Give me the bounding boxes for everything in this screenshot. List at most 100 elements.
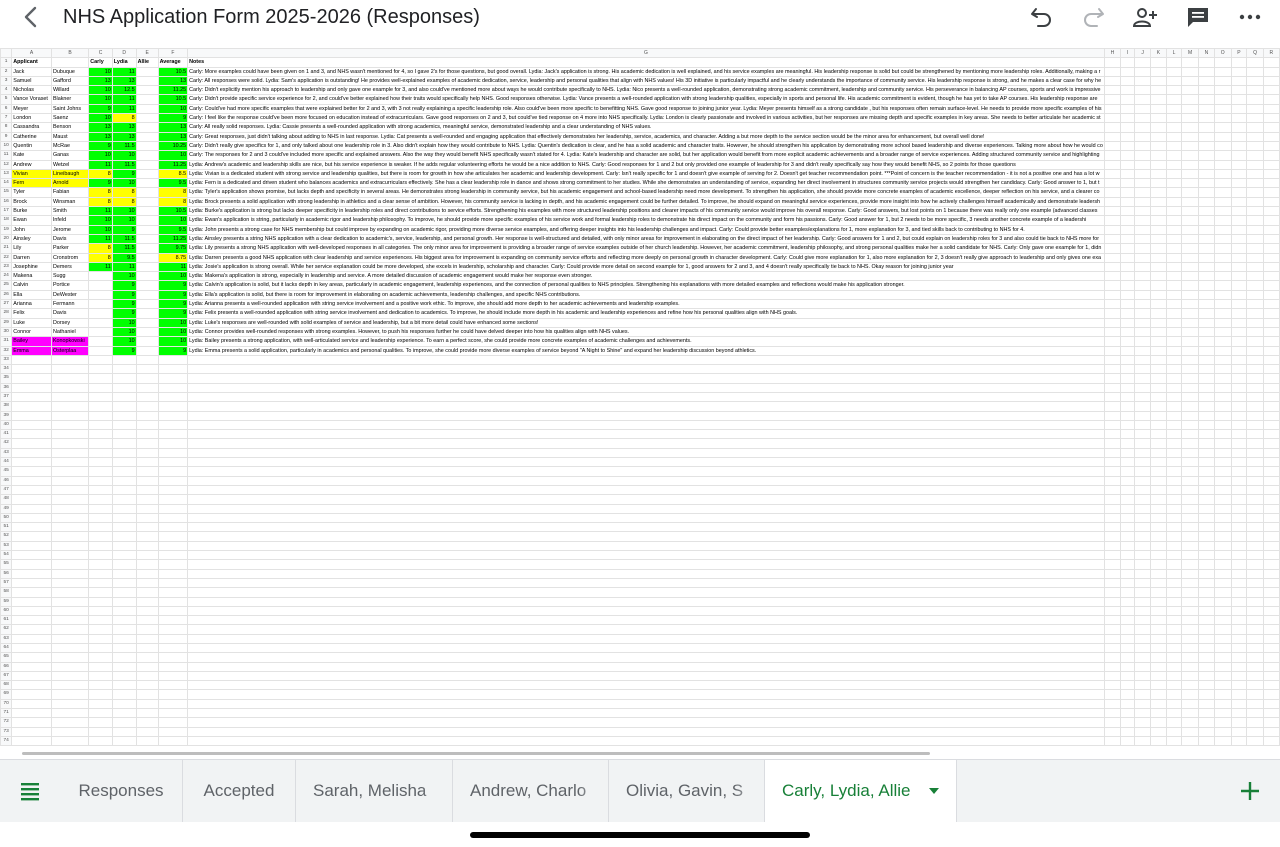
cell[interactable] — [1230, 670, 1248, 682]
cell[interactable] — [1119, 661, 1136, 672]
first-name-cell[interactable]: Vivian — [11, 168, 52, 180]
cell[interactable] — [1165, 568, 1183, 579]
cell[interactable] — [1230, 271, 1248, 282]
cell[interactable] — [1246, 735, 1264, 747]
cell[interactable] — [1213, 419, 1232, 431]
cell[interactable] — [1181, 168, 1199, 180]
cell[interactable] — [1103, 419, 1121, 431]
cell[interactable] — [88, 587, 113, 598]
cell[interactable] — [187, 680, 1105, 691]
cell[interactable] — [1149, 373, 1167, 384]
cell[interactable] — [1246, 187, 1264, 198]
cell[interactable] — [1119, 373, 1136, 384]
cell[interactable] — [50, 494, 90, 505]
last-name-cell[interactable]: Blakner — [50, 94, 90, 105]
cell[interactable] — [1134, 122, 1151, 133]
cell[interactable] — [1213, 596, 1232, 607]
cell[interactable] — [88, 670, 113, 682]
cell[interactable] — [1134, 252, 1151, 263]
cell[interactable] — [135, 624, 159, 635]
cell[interactable] — [157, 698, 189, 710]
cell[interactable] — [111, 494, 137, 505]
cell[interactable] — [157, 354, 189, 366]
cell[interactable] — [1213, 698, 1232, 710]
cell[interactable] — [1103, 503, 1121, 514]
notes-cell[interactable]: Carly: More examples could have been giv… — [187, 66, 1105, 77]
cell[interactable] — [1230, 457, 1248, 468]
cell[interactable] — [1197, 252, 1215, 263]
cell[interactable] — [1119, 131, 1136, 142]
cell[interactable] — [1230, 391, 1248, 403]
cell[interactable] — [50, 689, 90, 700]
first-name-cell[interactable]: Meyer — [11, 103, 52, 115]
cell[interactable] — [1246, 670, 1264, 682]
cell[interactable] — [1197, 531, 1215, 542]
carly-score-cell[interactable] — [88, 317, 113, 328]
lydia-score-cell[interactable]: 10 — [111, 326, 137, 338]
cell[interactable] — [1149, 215, 1167, 226]
cell[interactable] — [1119, 531, 1136, 542]
row-number[interactable]: 36 — [0, 382, 13, 394]
cell[interactable] — [1103, 178, 1121, 189]
cell[interactable] — [1213, 670, 1232, 682]
cell[interactable] — [1230, 661, 1248, 672]
allie-score-cell[interactable] — [135, 336, 159, 347]
carly-header[interactable]: Carly — [88, 57, 113, 68]
cell[interactable] — [1149, 447, 1167, 459]
notes-cell[interactable]: Lydia: Felix presents a well-rounded app… — [187, 308, 1105, 319]
cell[interactable] — [1246, 271, 1264, 282]
cell[interactable] — [1230, 605, 1248, 617]
cell[interactable] — [111, 447, 137, 459]
cell[interactable] — [1230, 624, 1248, 635]
notes-cell[interactable]: Lydia: Bailey presents a strong applicat… — [187, 336, 1105, 347]
allie-score-cell[interactable] — [135, 345, 159, 356]
cell[interactable] — [1262, 670, 1280, 682]
cell[interactable] — [50, 726, 90, 737]
average-cell[interactable]: 10.25 — [157, 140, 189, 152]
cell[interactable] — [50, 522, 90, 533]
row-number[interactable]: 69 — [0, 689, 13, 700]
cell[interactable] — [1103, 512, 1121, 524]
cell[interactable] — [1103, 689, 1121, 700]
carly-score-cell[interactable] — [88, 326, 113, 338]
cell[interactable] — [1165, 215, 1183, 226]
cell[interactable] — [1213, 271, 1232, 282]
cell[interactable] — [50, 354, 90, 366]
cell[interactable] — [1165, 66, 1183, 77]
cell[interactable] — [187, 708, 1105, 719]
cell[interactable] — [1103, 140, 1121, 152]
cell[interactable] — [1213, 289, 1232, 301]
lydia-score-cell[interactable]: 11.5 — [111, 159, 137, 170]
cell[interactable] — [1246, 401, 1264, 412]
cell[interactable] — [11, 717, 52, 728]
cell[interactable] — [1103, 615, 1121, 626]
cell[interactable] — [1197, 103, 1215, 115]
cell[interactable] — [1246, 289, 1264, 301]
cell[interactable] — [1119, 726, 1136, 737]
cell[interactable] — [1134, 354, 1151, 366]
lydia-score-cell[interactable]: 13 — [111, 75, 137, 87]
cell[interactable] — [1149, 689, 1167, 700]
cell[interactable] — [157, 484, 189, 496]
cell[interactable] — [11, 540, 52, 552]
lydia-score-cell[interactable]: 11 — [111, 94, 137, 105]
row-number[interactable]: 7 — [0, 113, 13, 124]
first-name-cell[interactable]: Calvin — [11, 280, 52, 291]
cell[interactable] — [111, 419, 137, 431]
row-number[interactable]: 54 — [0, 550, 13, 561]
cell[interactable] — [1149, 150, 1167, 161]
notes-cell[interactable]: Carly: I feel like the response could've… — [187, 113, 1105, 124]
cell[interactable] — [88, 512, 113, 524]
cell[interactable] — [135, 689, 159, 700]
row-number[interactable]: 11 — [0, 150, 13, 161]
cell[interactable] — [1165, 252, 1183, 263]
cell[interactable] — [1181, 624, 1199, 635]
cell[interactable] — [1119, 568, 1136, 579]
cell[interactable] — [11, 466, 52, 477]
row-number[interactable]: 46 — [0, 475, 13, 486]
last-name-cell[interactable]: Lineibaugh — [50, 168, 90, 180]
cell[interactable] — [1230, 717, 1248, 728]
cell[interactable] — [1165, 187, 1183, 198]
cell[interactable] — [1119, 280, 1136, 291]
cell[interactable] — [157, 540, 189, 552]
